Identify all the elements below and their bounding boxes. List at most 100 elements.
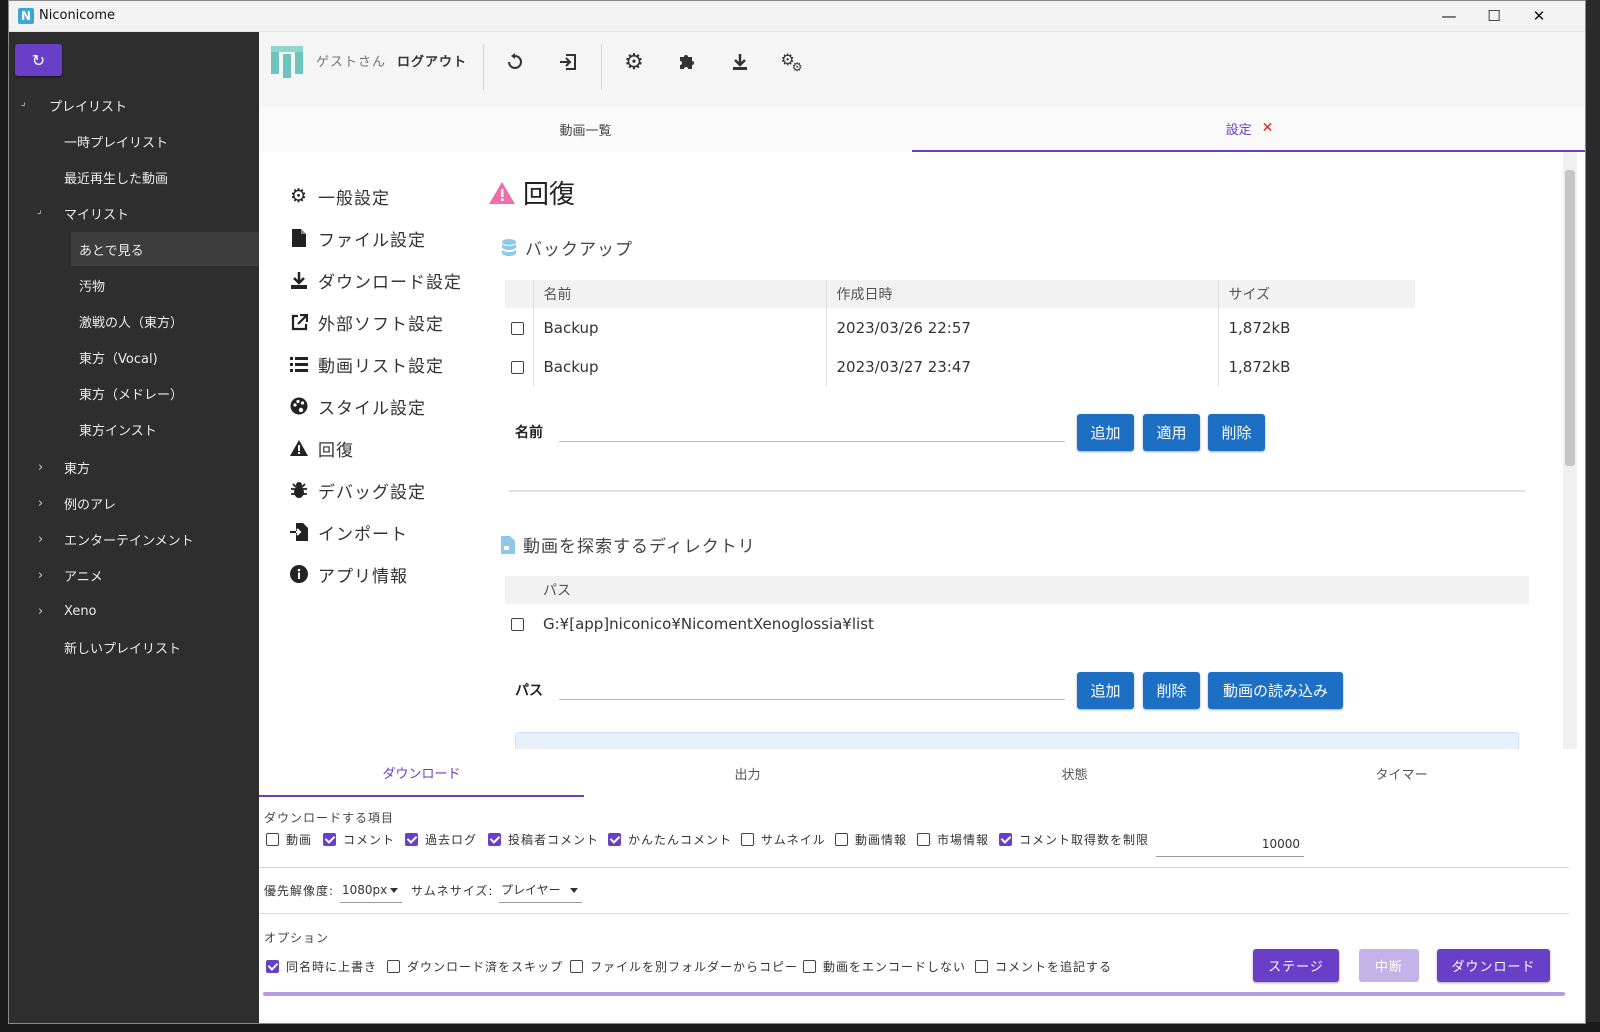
checkbox-overwrite[interactable]: 同名時に上書き	[266, 958, 377, 975]
backup-name-input[interactable]	[559, 418, 1065, 442]
close-icon[interactable]: ✕	[1262, 120, 1274, 136]
path-input[interactable]	[559, 676, 1065, 700]
refresh-button[interactable]: ↻	[15, 44, 62, 76]
logout-button[interactable]: ログアウト	[397, 51, 467, 70]
tree-item-mylist[interactable]: マイリスト	[64, 196, 259, 230]
tab-output[interactable]: 出力	[584, 749, 911, 797]
resolution-select[interactable]: 1080px	[340, 877, 402, 903]
checkbox-append-comments[interactable]: コメントを追記する	[975, 958, 1112, 975]
tree-item-anime[interactable]: アニメ	[64, 558, 259, 592]
minimize-button[interactable]: —	[1426, 1, 1472, 31]
backup-add-button[interactable]: 追加	[1077, 414, 1134, 451]
row-checkbox[interactable]	[511, 321, 524, 335]
tree-item-new-playlist[interactable]: 新しいプレイリスト	[64, 630, 259, 664]
login-icon[interactable]	[556, 50, 580, 74]
tree-expanded-icon[interactable]: ⌟	[21, 97, 26, 108]
tree-item-playlist[interactable]: プレイリスト	[49, 88, 259, 122]
tree-item-xeno[interactable]: Xeno	[64, 594, 259, 628]
tree-collapsed-icon[interactable]: ›	[38, 496, 43, 511]
nav-download-settings[interactable]: ダウンロード設定	[289, 265, 462, 295]
tree-collapsed-icon[interactable]: ›	[38, 604, 43, 619]
table-header-size[interactable]: サイズ	[1218, 280, 1415, 308]
row-checkbox[interactable]	[511, 617, 524, 631]
tree-collapsed-icon[interactable]: ›	[38, 568, 43, 583]
table-header-path[interactable]: パス	[533, 576, 1529, 604]
download-button[interactable]: ダウンロード	[1437, 949, 1550, 982]
nav-file-settings[interactable]: ファイル設定	[289, 223, 426, 253]
checkbox-box[interactable]	[266, 960, 279, 973]
comment-limit-input[interactable]: 10000	[1156, 831, 1304, 857]
checkbox-box[interactable]	[803, 960, 816, 973]
tab-settings[interactable]: 設定 ✕	[912, 106, 1585, 152]
checkbox-past-log[interactable]: 過去ログ	[405, 831, 477, 848]
checkbox-box[interactable]	[405, 833, 418, 846]
checkbox-box[interactable]	[917, 833, 930, 846]
tree-item-gekisen[interactable]: 激戦の人（東方）	[79, 304, 259, 338]
tree-item-watch-later[interactable]: あとで見る	[71, 232, 259, 266]
stage-button[interactable]: ステージ	[1253, 949, 1339, 982]
table-header-name[interactable]: 名前	[533, 280, 827, 308]
checkbox-box[interactable]	[975, 960, 988, 973]
nav-debug-settings[interactable]: デバッグ設定	[289, 475, 426, 505]
checkbox-box[interactable]	[488, 833, 501, 846]
tree-item-recent[interactable]: 最近再生した動画	[64, 160, 259, 194]
nav-app-info[interactable]: アプリ情報	[289, 559, 408, 589]
checkbox-box[interactable]	[570, 960, 583, 973]
table-row[interactable]: Backup 2023/03/26 22:57 1,872kB	[505, 308, 1415, 347]
scrollbar-thumb[interactable]	[1565, 170, 1575, 466]
table-row[interactable]: G:¥[app]niconico¥NicomentXenoglossia¥lis…	[505, 604, 1529, 643]
path-add-button[interactable]: 追加	[1077, 672, 1134, 709]
checkbox-no-encode[interactable]: 動画をエンコードしない	[803, 958, 966, 975]
backup-apply-button[interactable]: 適用	[1143, 414, 1200, 451]
thumbnail-size-select[interactable]: プレイヤー	[499, 877, 582, 903]
table-row[interactable]: Backup 2023/03/27 23:47 1,872kB	[505, 347, 1415, 386]
gear-icon[interactable]: ⚙	[622, 50, 646, 75]
tree-item-entertainment[interactable]: エンターテインメント	[64, 522, 259, 556]
nav-external-settings[interactable]: 外部ソフト設定	[289, 307, 444, 337]
close-window-button[interactable]: ✕	[1516, 1, 1562, 31]
checkbox-box[interactable]	[999, 833, 1012, 846]
checkbox-video[interactable]: 動画	[266, 831, 312, 848]
checkbox-box[interactable]	[266, 833, 279, 846]
tab-download[interactable]: ダウンロード	[259, 749, 584, 797]
checkbox-copy-from-folder[interactable]: ファイルを別フォルダーからコピー	[570, 958, 798, 975]
checkbox-owner-comment[interactable]: 投稿者コメント	[488, 831, 599, 848]
gears-icon[interactable]: ⚙ ⚙	[780, 50, 805, 75]
checkbox-box[interactable]	[387, 960, 400, 973]
tree-item-temp-playlist[interactable]: 一時プレイリスト	[64, 124, 259, 158]
load-videos-button[interactable]: 動画の読み込み	[1208, 672, 1343, 709]
checkbox-thumbnail[interactable]: サムネイル	[741, 831, 826, 848]
stop-button[interactable]: 中断	[1359, 949, 1419, 982]
tab-video-list[interactable]: 動画一覧	[259, 106, 912, 152]
checkbox-limit-comments[interactable]: コメント取得数を制限	[999, 831, 1149, 848]
checkbox-market-info[interactable]: 市場情報	[917, 831, 989, 848]
tree-item-touhou-medley[interactable]: 東方（メドレー）	[79, 376, 259, 410]
download-icon[interactable]	[728, 50, 752, 74]
nav-videolist-settings[interactable]: 動画リスト設定	[289, 349, 444, 379]
checkbox-box[interactable]	[323, 833, 336, 846]
nav-style-settings[interactable]: スタイル設定	[289, 391, 426, 421]
checkbox-comment[interactable]: コメント	[323, 831, 395, 848]
path-delete-button[interactable]: 削除	[1143, 672, 1200, 709]
checkbox-box[interactable]	[741, 833, 754, 846]
settings-scrollbar[interactable]	[1563, 152, 1577, 749]
tree-collapsed-icon[interactable]: ›	[38, 532, 43, 547]
tab-status[interactable]: 状態	[911, 749, 1238, 797]
nav-recovery[interactable]: 回復	[289, 433, 354, 463]
checkbox-video-info[interactable]: 動画情報	[835, 831, 907, 848]
checkbox-easy-comment[interactable]: かんたんコメント	[608, 831, 732, 848]
tree-collapsed-icon[interactable]: ›	[38, 460, 43, 475]
tree-item-touhou[interactable]: 東方	[64, 450, 259, 484]
restart-icon[interactable]	[503, 50, 527, 74]
tree-item-reino-are[interactable]: 例のアレ	[64, 486, 259, 520]
checkbox-box[interactable]	[835, 833, 848, 846]
tree-item-touhou-inst[interactable]: 東方インスト	[79, 412, 259, 446]
tree-item-touhou-vocal[interactable]: 東方（Vocal)	[79, 340, 259, 374]
nav-general-settings[interactable]: ⚙ 一般設定	[289, 181, 390, 211]
row-checkbox[interactable]	[511, 360, 524, 374]
checkbox-box[interactable]	[608, 833, 621, 846]
tab-timer[interactable]: タイマー	[1238, 749, 1565, 797]
puzzle-icon[interactable]	[675, 50, 699, 74]
checkbox-skip-downloaded[interactable]: ダウンロード済をスキップ	[387, 958, 563, 975]
backup-delete-button[interactable]: 削除	[1208, 414, 1265, 451]
